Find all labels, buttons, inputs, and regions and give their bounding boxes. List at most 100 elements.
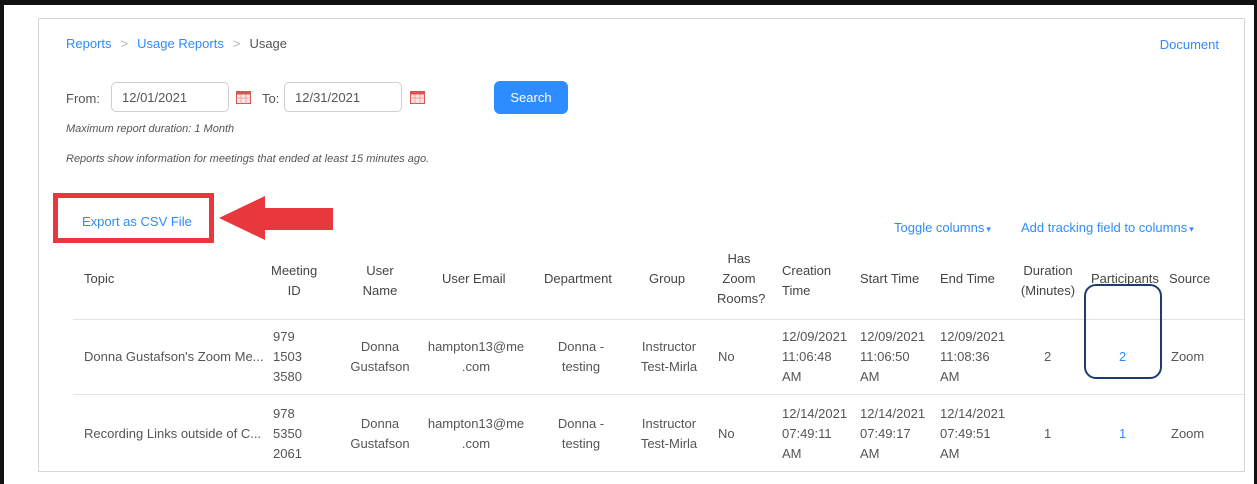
cell-line: Donna: [360, 416, 400, 431]
cell-line: 1503: [273, 349, 302, 364]
cell-duration: 1: [1044, 426, 1052, 441]
col-header-meeting-id[interactable]: Meeting ID: [271, 261, 317, 301]
screenshot-border-left: [0, 0, 4, 484]
cell-zoom-rooms: No: [718, 426, 735, 441]
cell-line: hampton13@me: [427, 416, 525, 431]
cell-participants-link[interactable]: 1: [1119, 424, 1126, 444]
export-highlight-box: Export as CSV File: [53, 193, 214, 243]
cell-line: Gustafson: [350, 436, 410, 451]
col-header-line: Duration: [1023, 263, 1073, 278]
cell-line: Test-Mirla: [640, 359, 698, 374]
col-header-creation-time[interactable]: Creation Time: [782, 261, 831, 301]
cell-line: 979: [273, 329, 295, 344]
max-duration-note: Maximum report duration: 1 Month: [66, 123, 235, 135]
calendar-icon[interactable]: [410, 90, 425, 104]
cell-duration: 2: [1044, 349, 1052, 364]
calendar-icon[interactable]: [236, 90, 251, 104]
col-header-duration[interactable]: Duration (Minutes): [1016, 261, 1080, 301]
cell-line: AM: [940, 446, 960, 461]
cell-line: 12/14/2021: [782, 406, 848, 421]
to-date-input[interactable]: [284, 82, 402, 112]
breadcrumb-current: Usage: [249, 36, 288, 51]
cell-line: AM: [782, 369, 802, 384]
cell-line: .com: [461, 436, 491, 451]
col-header-topic[interactable]: Topic: [84, 269, 114, 289]
caret-down-icon: ▾: [1189, 224, 1194, 234]
col-header-line: Rooms?: [717, 291, 766, 306]
from-date-input[interactable]: [111, 82, 229, 112]
cell-line: AM: [860, 369, 880, 384]
document-link[interactable]: Document: [1160, 37, 1219, 52]
cell-line: testing: [561, 359, 601, 374]
cell-line: AM: [940, 369, 960, 384]
cell-group: Instructor Test-Mirla: [633, 414, 705, 454]
toggle-columns-label: Toggle columns: [894, 220, 985, 235]
cell-line: 12/09/2021: [860, 329, 926, 344]
col-header-group[interactable]: Group: [649, 269, 685, 289]
add-tracking-field-label: Add tracking field to columns: [1021, 220, 1188, 235]
col-header-line: User: [366, 263, 394, 278]
cell-line: 12/14/2021: [860, 406, 926, 421]
cell-start-time: 12/09/2021 11:06:50 AM: [860, 327, 925, 387]
cell-line: testing: [561, 436, 601, 451]
cell-zoom-rooms: No: [718, 349, 735, 364]
cell-creation-time: 12/14/2021 07:49:11 AM: [782, 404, 847, 464]
cell-line: AM: [860, 446, 880, 461]
col-header-source[interactable]: Source: [1169, 269, 1210, 289]
cell-line: Donna -: [557, 339, 605, 354]
red-arrow-annotation: [219, 196, 333, 240]
report-info-note: Reports show information for meetings th…: [66, 153, 430, 165]
from-label: From:: [66, 91, 100, 106]
caret-down-icon: ▾: [986, 224, 991, 234]
cell-line: 12/09/2021: [782, 329, 848, 344]
cell-line: 07:49:51: [940, 426, 991, 441]
cell-line: Donna -: [557, 416, 605, 431]
cell-line: 12/09/2021: [940, 329, 1006, 344]
cell-meeting-id: 978 5350 2061: [273, 404, 302, 464]
row-divider: [73, 319, 1244, 320]
cell-line: 11:06:50: [860, 349, 910, 364]
screenshot-border-top: [0, 0, 1257, 5]
col-header-department[interactable]: Department: [544, 269, 612, 289]
cell-start-time: 12/14/2021 07:49:17 AM: [860, 404, 925, 464]
cell-line: .com: [461, 359, 491, 374]
export-csv-link[interactable]: Export as CSV File: [82, 214, 192, 229]
cell-meeting-id: 979 1503 3580: [273, 327, 302, 387]
cell-line: 11:08:36: [940, 349, 990, 364]
breadcrumb-usage-reports-link[interactable]: Usage Reports: [137, 36, 224, 51]
cell-line: hampton13@me: [427, 339, 525, 354]
cell-line: Instructor: [641, 416, 697, 431]
cell-topic[interactable]: Donna Gustafson's Zoom Me...: [84, 347, 264, 367]
cell-line: 3580: [273, 369, 302, 384]
col-header-line: ID: [287, 283, 301, 298]
cell-line: Donna: [360, 339, 400, 354]
col-header-line: (Minutes): [1020, 283, 1076, 298]
cell-department: Donna - testing: [546, 414, 616, 454]
breadcrumb-reports-link[interactable]: Reports: [66, 36, 112, 51]
col-header-user-name[interactable]: User Name: [359, 261, 401, 301]
cell-creation-time: 12/09/2021 11:06:48 AM: [782, 327, 847, 387]
breadcrumb: Reports > Usage Reports > Usage: [66, 36, 287, 51]
add-tracking-field-link[interactable]: Add tracking field to columns ▾: [1021, 220, 1194, 235]
col-header-zoom-rooms[interactable]: Has Zoom Rooms?: [717, 249, 766, 309]
breadcrumb-separator: >: [120, 36, 129, 51]
cell-user-name: Donna Gustafson: [345, 414, 415, 454]
col-header-line: Time: [782, 283, 811, 298]
cell-topic[interactable]: Recording Links outside of C...: [84, 424, 261, 444]
col-header-line: Zoom: [722, 271, 756, 286]
participants-highlight-box: [1084, 284, 1162, 379]
cell-line: 12/14/2021: [940, 406, 1006, 421]
col-header-end-time[interactable]: End Time: [940, 269, 995, 289]
cell-department: Donna - testing: [546, 337, 616, 377]
cell-group: Instructor Test-Mirla: [633, 337, 705, 377]
cell-line: 5350: [273, 426, 302, 441]
cell-line: Instructor: [641, 339, 697, 354]
toggle-columns-link[interactable]: Toggle columns ▾: [894, 220, 991, 235]
search-button[interactable]: Search: [494, 81, 568, 114]
col-header-line: Meeting: [271, 263, 318, 278]
cell-line: AM: [782, 446, 802, 461]
col-header-start-time[interactable]: Start Time: [860, 269, 919, 289]
to-label: To:: [262, 91, 280, 106]
col-header-user-email[interactable]: User Email: [442, 269, 506, 289]
cell-line: 11:06:48: [782, 349, 832, 364]
